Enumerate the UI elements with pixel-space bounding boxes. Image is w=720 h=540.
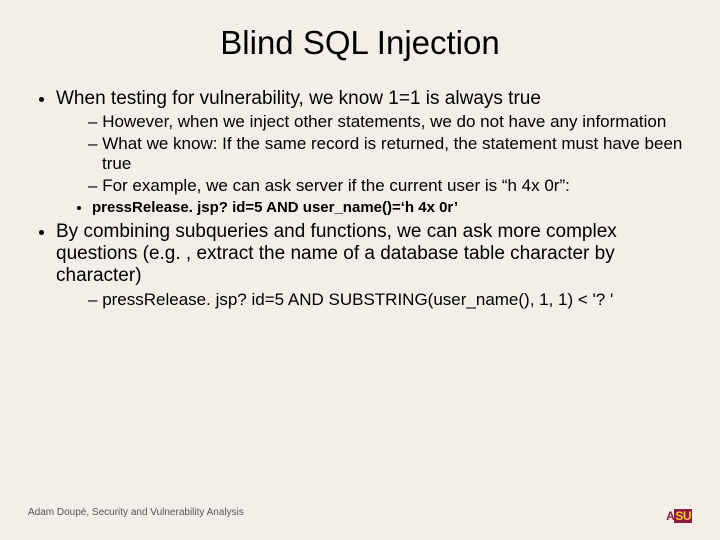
footer-credit: Adam Doupé, Security and Vulnerability A… <box>28 507 244 518</box>
slide: Blind SQL Injection When testing for vul… <box>0 0 720 540</box>
slide-title: Blind SQL Injection <box>28 24 692 62</box>
bullet-2-sub-1: pressRelease. jsp? id=5 AND SUBSTRING(us… <box>88 290 692 310</box>
bullet-2: By combining subqueries and functions, w… <box>56 221 692 310</box>
bullet-1-sub-1: However, when we inject other statements… <box>88 112 692 132</box>
bullet-2-text: By combining subqueries and functions, w… <box>56 221 617 287</box>
asu-logo: ASU <box>666 511 692 522</box>
bullet-1-text: When testing for vulnerability, we know … <box>56 88 541 109</box>
bullet-1-sublist: However, when we inject other statements… <box>56 112 692 195</box>
logo-su: SU <box>674 509 692 523</box>
bullet-1: When testing for vulnerability, we know … <box>56 88 692 217</box>
bullet-2-sublist: pressRelease. jsp? id=5 AND SUBSTRING(us… <box>56 290 692 310</box>
bullet-1-code-list: pressRelease. jsp? id=5 AND user_name()=… <box>56 199 692 216</box>
bullet-1-code: pressRelease. jsp? id=5 AND user_name()=… <box>92 199 692 216</box>
bullet-list: When testing for vulnerability, we know … <box>28 88 692 309</box>
bullet-1-sub-2: What we know: If the same record is retu… <box>88 134 692 173</box>
bullet-1-sub-3: For example, we can ask server if the cu… <box>88 176 692 196</box>
